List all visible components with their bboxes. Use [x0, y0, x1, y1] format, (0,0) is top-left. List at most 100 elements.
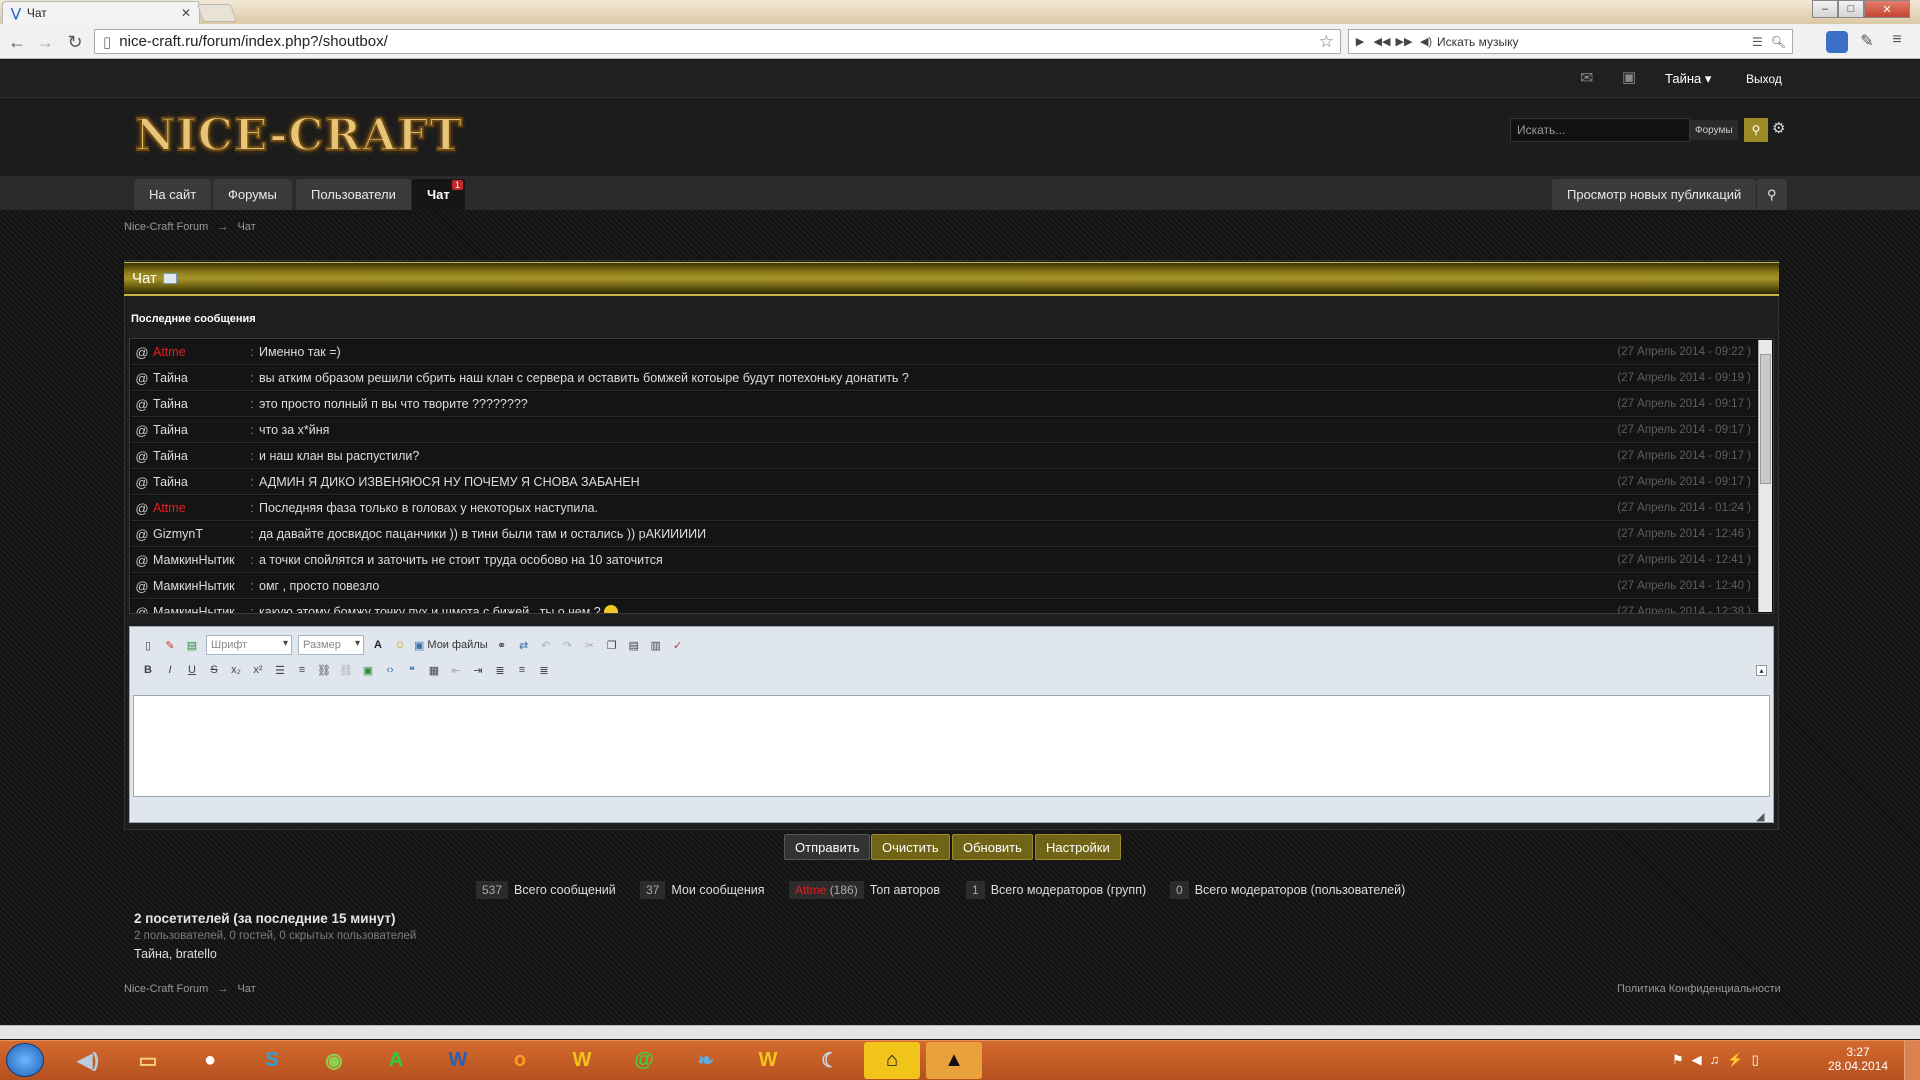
resize-handle-icon[interactable]: ◢ — [1756, 810, 1764, 823]
taskbar-mail-agent-icon[interactable]: @ — [616, 1042, 672, 1079]
play-icon[interactable]: ▶ — [1349, 35, 1371, 48]
message-author[interactable]: МамкинНытик — [153, 553, 245, 567]
settings-menu-icon[interactable]: ≡ — [1886, 31, 1908, 53]
stat-top-authors[interactable]: Attme (186) Топ авторов — [789, 880, 940, 900]
menu-icon[interactable]: ☰ — [1752, 35, 1763, 49]
unlink-icon[interactable]: ⛓ — [338, 662, 354, 678]
nav-tab-site[interactable]: На сайт — [134, 179, 212, 210]
align-center-icon[interactable]: ≡ — [514, 662, 530, 678]
taskbar-house-icon[interactable]: ⌂ — [864, 1042, 920, 1079]
site-logo[interactable]: NICE-CRAFT — [134, 109, 463, 162]
mention-icon[interactable]: @ — [131, 345, 153, 360]
link-icon[interactable]: ⛓ — [316, 662, 332, 678]
browser-tab[interactable]: ⋁ Чат ✕ — [2, 1, 200, 24]
strikethrough-icon[interactable]: S — [206, 662, 222, 678]
redo-icon[interactable]: ↷ — [560, 637, 576, 653]
taskbar-app-icon[interactable]: ● — [182, 1042, 238, 1079]
back-icon[interactable]: ← — [4, 30, 30, 54]
horizontal-scrollbar[interactable] — [0, 1025, 1920, 1039]
clock[interactable]: 3:27 28.04.2014 — [1822, 1045, 1894, 1073]
taskbar-folder-icon[interactable]: ▭ — [120, 1042, 176, 1079]
paste-icon[interactable]: ▤ — [626, 637, 642, 653]
binoculars-icon[interactable]: ⚭ — [494, 637, 510, 653]
spellcheck-icon[interactable]: ✓ — [670, 637, 686, 653]
message-author[interactable]: Тайна — [153, 371, 245, 385]
collapse-icon[interactable]: ▴ — [1756, 665, 1767, 676]
mention-icon[interactable]: @ — [131, 449, 153, 464]
image-icon[interactable]: ▣ — [360, 662, 376, 678]
window-icon[interactable] — [162, 273, 177, 284]
taskbar-wow2-icon[interactable]: W — [740, 1042, 796, 1079]
message-author[interactable]: МамкинНытик — [153, 579, 245, 593]
location-pin-icon[interactable]: ⚲ — [1757, 179, 1787, 210]
mention-icon[interactable]: @ — [131, 501, 153, 516]
clear-button[interactable]: Очистить — [871, 834, 950, 860]
message-author[interactable]: Тайна — [153, 449, 245, 463]
mention-icon[interactable]: @ — [131, 371, 153, 386]
mention-icon[interactable]: @ — [131, 423, 153, 438]
mention-icon[interactable]: @ — [131, 475, 153, 490]
my-files-button[interactable]: ▣ Мои файлы — [414, 639, 488, 652]
taskbar-wow-icon[interactable]: W — [554, 1042, 610, 1079]
taskbar-ok-icon[interactable]: ᴏ — [492, 1042, 548, 1079]
superscript-icon[interactable]: x² — [250, 662, 266, 678]
numbered-list-icon[interactable]: ≡ — [294, 662, 310, 678]
size-select[interactable]: Размер — [298, 635, 364, 655]
taskbar-browser-icon[interactable]: ◉ — [306, 1042, 362, 1079]
music-search-bar[interactable]: ▶ ◀◀ ▶▶ ◀) Искать музыку ☰ 🔍︎ — [1348, 29, 1793, 54]
search-icon[interactable]: 🔍︎ — [1771, 35, 1786, 49]
copy-icon[interactable]: ❐ — [604, 637, 620, 653]
replace-icon[interactable]: ⇄ — [516, 637, 532, 653]
quote-icon[interactable]: ❝ — [404, 662, 420, 678]
new-posts-link[interactable]: Просмотр новых публикаций — [1552, 179, 1757, 210]
cut-icon[interactable]: ✂ — [582, 637, 598, 653]
message-author[interactable]: Тайна — [153, 475, 245, 489]
eraser-icon[interactable]: ✎ — [162, 637, 178, 653]
taskbar-moon-icon[interactable]: ☾ — [802, 1042, 858, 1079]
maximize-button[interactable]: □ — [1838, 0, 1864, 18]
close-window-button[interactable]: ✕ — [1864, 0, 1910, 18]
message-author[interactable]: МамкинНытик — [153, 605, 245, 613]
taskbar-word-icon[interactable]: W — [430, 1042, 486, 1079]
mention-icon[interactable]: @ — [131, 579, 153, 594]
nav-tab-users[interactable]: Пользователи — [296, 179, 411, 210]
system-tray-icons[interactable]: ⚑◀♫⚡▯ — [1672, 1052, 1767, 1068]
bold-icon[interactable]: B — [140, 662, 156, 678]
scrollbar-thumb[interactable] — [1760, 354, 1771, 484]
taskbar-skype-icon[interactable]: S — [244, 1042, 300, 1079]
indent-icon[interactable]: ⇥ — [470, 662, 486, 678]
media-icon[interactable]: ▦ — [426, 662, 442, 678]
template-icon[interactable]: ▤ — [184, 637, 200, 653]
code-icon[interactable]: ‹› — [382, 662, 398, 678]
align-right-icon[interactable]: ≣ — [536, 662, 552, 678]
message-author[interactable]: Attme — [153, 501, 245, 515]
font-select[interactable]: Шрифт — [206, 635, 292, 655]
prev-icon[interactable]: ◀◀ — [1371, 35, 1393, 48]
logout-link[interactable]: Выход — [1746, 72, 1782, 86]
search-button[interactable]: ⚲ — [1744, 118, 1768, 142]
online-users[interactable]: Тайна, bratello — [134, 947, 217, 961]
user-menu[interactable]: Тайна ▾ — [1665, 71, 1711, 87]
message-author[interactable]: Тайна — [153, 423, 245, 437]
search-scope[interactable]: Форумы — [1690, 120, 1738, 140]
start-button[interactable] — [6, 1043, 44, 1077]
message-author[interactable]: Тайна — [153, 397, 245, 411]
source-icon[interactable]: ▯ — [140, 637, 156, 653]
mention-icon[interactable]: @ — [131, 397, 153, 412]
send-button[interactable]: Отправить — [784, 834, 871, 860]
search-input[interactable]: Искать... — [1510, 118, 1690, 142]
mention-icon[interactable]: @ — [131, 527, 153, 542]
bookmark-star-icon[interactable]: ☆ — [1319, 32, 1334, 52]
taskbar-triangle-icon[interactable]: ▲ — [926, 1042, 982, 1079]
smiley-icon[interactable]: ☺ — [392, 637, 408, 653]
message-scrollbar[interactable] — [1758, 340, 1772, 612]
address-bar[interactable]: ▯ nice-craft.ru/forum/index.php?/shoutbo… — [94, 29, 1341, 54]
mention-icon[interactable]: @ — [131, 553, 153, 568]
outdent-icon[interactable]: ⇤ — [448, 662, 464, 678]
reload-icon[interactable]: ↻ — [62, 30, 88, 54]
speaker-icon[interactable]: ◀) — [1415, 35, 1437, 48]
minimize-button[interactable]: – — [1812, 0, 1838, 18]
paste-word-icon[interactable]: ▥ — [648, 637, 664, 653]
notifications-icon[interactable]: ▣ — [1622, 68, 1636, 86]
bullet-list-icon[interactable]: ☰ — [272, 662, 288, 678]
